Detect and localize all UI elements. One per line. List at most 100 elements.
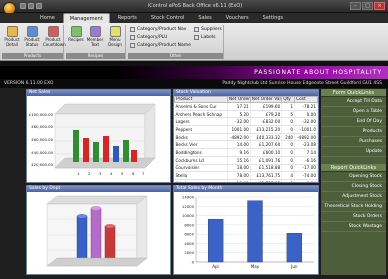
sales-summary-chart: 14000 12000 10000 8000 6000 4000 2000 0 Apr May Ju…: [174, 192, 318, 274]
product-status-button[interactable]: Product Status: [23, 26, 41, 47]
table-row[interactable]: Cockburns Ld 15.16 £1,091.76 0 -6.16: [174, 156, 318, 165]
table-cell: -4892.00: [294, 133, 318, 142]
table-row[interactable]: Abrahms10.00£9,717.830-8.94: [174, 179, 318, 182]
table-cell: 0: [281, 156, 296, 165]
table-row[interactable]: Becks Vier 14.00 £1,207.60 0 -23.08: [174, 140, 318, 150]
table-row[interactable]: Lagers -32.00 -£832.00 0 -32.00: [174, 117, 318, 127]
bar: [207, 219, 224, 263]
product-detail-icon: [6, 26, 18, 37]
ribbon-group-other: Category/Product Nav Category/PLU Catego…: [128, 25, 224, 59]
cylinder-bar: [104, 225, 116, 261]
table-cell: £199.60: [250, 102, 283, 111]
product-detail-button[interactable]: Product Detail: [3, 26, 21, 47]
customize-icon[interactable]: [36, 3, 42, 9]
table-cell: 15.16: [227, 156, 251, 165]
tab-reports[interactable]: Reports: [112, 13, 143, 23]
category-plu-icon: [130, 35, 135, 40]
table-cell: £1,091.76: [250, 156, 283, 165]
bar-3d: [83, 138, 89, 162]
suppliers-item[interactable]: Suppliers: [194, 26, 222, 33]
table-cell: -32.00: [294, 117, 318, 127]
stock-valuation-panel: Stock Valuation Product Net Order Net Orde…: [173, 89, 319, 183]
quicklink-end-of-day[interactable]: End Of Day: [321, 117, 386, 127]
bar-3d: [93, 142, 99, 162]
table-cell: £79.20: [250, 110, 283, 119]
form-quicklinks-heading: Form QuickLinks: [321, 89, 386, 97]
labels-item[interactable]: Labels: [194, 34, 215, 41]
suppliers-label: Suppliers: [201, 27, 222, 32]
table-cell: -32.00: [227, 117, 251, 127]
close-button[interactable]: ×: [374, 2, 385, 10]
member-text-icon: [89, 26, 101, 37]
tab-management[interactable]: Management: [62, 13, 110, 23]
quicklink-open-table[interactable]: Open a Table: [321, 107, 386, 117]
table-row[interactable]: Archers Peach Schnap 5.20 £79.20 5 0.00: [174, 110, 318, 119]
table-row[interactable]: Becks -4892.00 £40,333.32 240 -4892.00: [174, 133, 318, 142]
table-row[interactable]: Boddingtons 9.16 £600.10 0 7.14: [174, 148, 318, 157]
labels-label: Labels: [201, 35, 216, 40]
table-cell: -8.94: [294, 179, 318, 182]
table-cell: 0: [281, 125, 296, 134]
y-tick-label: £60,000.00: [31, 137, 53, 142]
category-nav-icon: [130, 27, 135, 32]
member-text-button[interactable]: Member Text: [86, 26, 104, 47]
report-stock-wastage[interactable]: Stock Wastage: [321, 222, 386, 232]
ribbon-group-label-products: Products: [2, 53, 63, 59]
y-tick-label: 14000: [182, 195, 195, 200]
quicklink-update[interactable]: Update: [321, 147, 386, 157]
table-row[interactable]: Peppers 1001.00 £13,215.20 0 -1001.0: [174, 125, 318, 134]
column-header[interactable]: Net Order: [226, 96, 251, 103]
report-stock-orders[interactable]: Stock Orders: [321, 212, 386, 222]
tab-stock-control[interactable]: Stock Control: [145, 13, 191, 23]
product-countdown-button[interactable]: Product Countdown: [43, 26, 66, 47]
x-tick-label: Jun: [290, 264, 298, 269]
x-tick-label: 1: [77, 171, 80, 176]
table-cell: 5: [281, 110, 296, 119]
undo-icon[interactable]: [28, 3, 34, 9]
quicklink-purchases[interactable]: Purchases: [321, 137, 386, 147]
y-tick-label: 8000: [184, 222, 194, 227]
report-opening-stock[interactable]: Opening Stock: [321, 172, 386, 182]
ribbon: Product Detail Product Status Product Co…: [0, 23, 388, 61]
table-cell: 0: [281, 140, 296, 150]
table-cell: -78.21: [294, 102, 318, 111]
report-closing-stock[interactable]: Closing Stock: [321, 182, 386, 192]
table-row[interactable]: Anselmi & Sons Cur 17.21 £199.60 1 -78.21: [174, 102, 318, 111]
tab-settings[interactable]: Settings: [257, 13, 290, 23]
window-title: iControl ePoS Back Office v6.11 (ExO): [147, 3, 243, 9]
y-tick-label: 10000: [182, 213, 195, 218]
bar-3d: [113, 146, 119, 162]
recipes-button[interactable]: Recipes: [67, 26, 85, 43]
tab-sales[interactable]: Sales: [192, 13, 217, 23]
table-cell: Archers Peach Schnap: [174, 110, 228, 119]
bar: [247, 200, 263, 263]
x-tick-label: 6: [132, 171, 135, 176]
table-cell: -17.00: [294, 164, 318, 173]
maximize-button[interactable]: □: [362, 2, 373, 10]
net-sales-3d-chart: £100,000.00 £80,000.00 £60,000.00 £40,00…: [29, 103, 156, 176]
report-adjustment-stock[interactable]: Adjustment Stock: [321, 192, 386, 202]
table-cell: Courvoisier: [174, 164, 228, 173]
tab-vouchers[interactable]: Vouchers: [220, 13, 255, 23]
table-cell: 14.00: [227, 140, 251, 150]
sales-bar-chart: 14000 12000 10000 8000 6000 4000 2000 0 Apr May Ju…: [182, 195, 314, 269]
category-product-name-item[interactable]: Category/Product Name: [130, 42, 191, 49]
table-cell: -£832.00: [250, 117, 283, 127]
category-plu-item[interactable]: Category/PLU: [130, 34, 167, 41]
tab-home[interactable]: Home: [34, 13, 61, 23]
y-tick-label: £100,000.00: [29, 112, 54, 117]
table-row[interactable]: Courvoisier 18.00 £1,518.88 0 -17.00: [174, 164, 318, 173]
table-cell: -6.16: [294, 156, 318, 165]
table-cell: £40,333.32: [250, 133, 283, 142]
quicklink-products[interactable]: Products: [321, 127, 386, 137]
net-sales-panel: Net Sales £100,000.00 £80,000.00 £60,000…: [26, 89, 171, 183]
category-product-nav-item[interactable]: Category/Product Nav: [130, 26, 186, 33]
column-header[interactable]: Net Order Val: [249, 96, 283, 103]
save-icon[interactable]: [20, 3, 26, 9]
menu-design-button[interactable]: Menu Design: [105, 26, 125, 47]
table-row[interactable]: Stella 78.00 £13,761.75 4 -74.00: [174, 171, 318, 180]
table-cell: -1001.0: [294, 125, 318, 134]
report-theoretical-stock[interactable]: Theoretical Stock Holding: [321, 202, 386, 212]
quicklink-accept-till-data[interactable]: Accept Till Data: [321, 97, 386, 107]
minimize-button[interactable]: –: [350, 2, 361, 10]
